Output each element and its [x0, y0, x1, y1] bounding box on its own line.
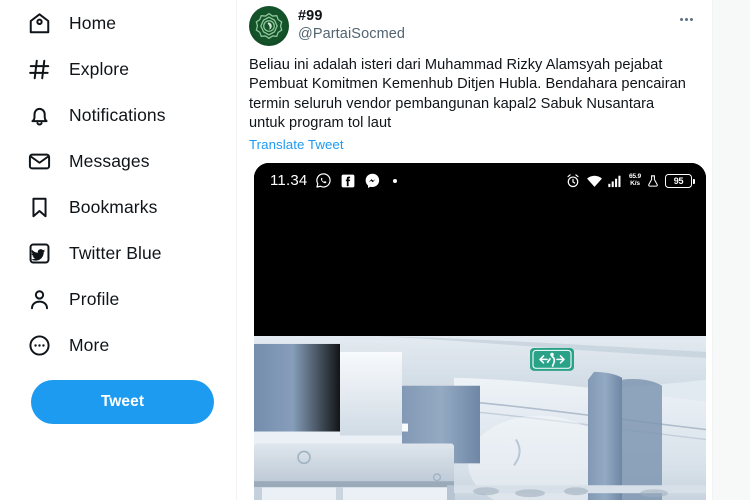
- sidebar-item-label: Messages: [69, 150, 150, 171]
- messenger-icon: [364, 172, 381, 189]
- person-icon: [26, 286, 52, 312]
- lab-flask-icon: [646, 174, 660, 188]
- network-speed-indicator: 65.9 K/s: [629, 173, 641, 188]
- sidebar-item-label: Profile: [69, 288, 120, 309]
- signal-icon: [608, 174, 624, 188]
- home-icon: [26, 10, 52, 36]
- status-bar-clock: 11.34: [270, 172, 308, 190]
- tweet-media-attachment[interactable]: 11.34 65.9 K/s 95: [254, 162, 706, 500]
- sidebar-item-label: Home: [69, 12, 117, 33]
- bell-icon: [26, 102, 52, 128]
- bookmark-icon: [26, 194, 52, 220]
- whatsapp-icon: [315, 172, 332, 189]
- sidebar-nav-list: Home Explore Notifications Messages Book…: [0, 0, 236, 368]
- sidebar-item-more[interactable]: More: [26, 322, 127, 368]
- sidebar-item-messages[interactable]: Messages: [26, 138, 168, 184]
- right-sidebar-rail: [713, 0, 750, 500]
- status-bar-left-group: 11.34: [270, 172, 398, 190]
- dot-indicator-icon: [393, 178, 398, 183]
- envelope-icon: [26, 148, 52, 174]
- tweet-compose-button[interactable]: Tweet: [31, 380, 214, 424]
- battery-indicator: 95: [665, 173, 695, 188]
- sidebar-item-home[interactable]: Home: [26, 0, 134, 46]
- avatar[interactable]: [249, 6, 289, 46]
- ship-cabin-illustration: [254, 335, 706, 500]
- more-circle-icon: [26, 332, 52, 358]
- sidebar-item-label: More: [69, 334, 110, 355]
- sidebar-item-label: Bookmarks: [69, 196, 158, 217]
- tweet-header: #99 @PartaiSocmed: [249, 4, 698, 46]
- tweet-more-options-button[interactable]: [672, 8, 700, 30]
- author-handle[interactable]: @PartaiSocmed: [298, 25, 405, 43]
- tweet-body-text: Beliau ini adalah isteri dari Muhammad R…: [249, 57, 686, 132]
- alarm-icon: [565, 173, 581, 189]
- phone-status-bar: 11.34 65.9 K/s 95: [254, 162, 706, 199]
- tweet-card: #99 @PartaiSocmed Beliau ini adalah iste…: [237, 0, 712, 500]
- more-horizontal-icon: [679, 17, 693, 21]
- network-speed-unit: K/s: [630, 179, 640, 187]
- timeline-column: #99 @PartaiSocmed Beliau ini adalah iste…: [237, 0, 713, 500]
- sidebar-item-explore[interactable]: Explore: [26, 46, 147, 92]
- tweet-author-names: #99 @PartaiSocmed: [298, 6, 405, 43]
- tweet-button-container: Tweet: [0, 380, 236, 424]
- sidebar-item-label: Explore: [69, 58, 130, 79]
- video-letterbox-area: [254, 198, 706, 336]
- wifi-icon: [586, 174, 603, 188]
- facebook-icon: [340, 173, 356, 189]
- author-display-name[interactable]: #99: [298, 7, 405, 25]
- twitter-app-window: Home Explore Notifications Messages Book…: [0, 0, 750, 500]
- sidebar-item-bookmarks[interactable]: Bookmarks: [26, 184, 175, 230]
- phone-screenshot: 11.34 65.9 K/s 95: [254, 162, 706, 500]
- sidebar-item-notifications[interactable]: Notifications: [26, 92, 184, 138]
- sidebar-item-label: Twitter Blue: [69, 242, 162, 263]
- sidebar-navigation: Home Explore Notifications Messages Book…: [0, 0, 237, 500]
- sidebar-item-profile[interactable]: Profile: [26, 276, 137, 322]
- hashtag-icon: [26, 56, 52, 82]
- ship-cabin-photo: [254, 335, 706, 500]
- sidebar-item-twitter-blue[interactable]: Twitter Blue: [26, 230, 180, 276]
- status-bar-right-group: 65.9 K/s 95: [565, 173, 695, 189]
- twitter-blue-icon: [26, 240, 52, 266]
- sidebar-item-label: Notifications: [69, 104, 166, 125]
- green-emblem-avatar-icon: [252, 9, 286, 43]
- battery-percent: 95: [673, 175, 684, 186]
- translate-tweet-link[interactable]: Translate Tweet: [249, 137, 344, 152]
